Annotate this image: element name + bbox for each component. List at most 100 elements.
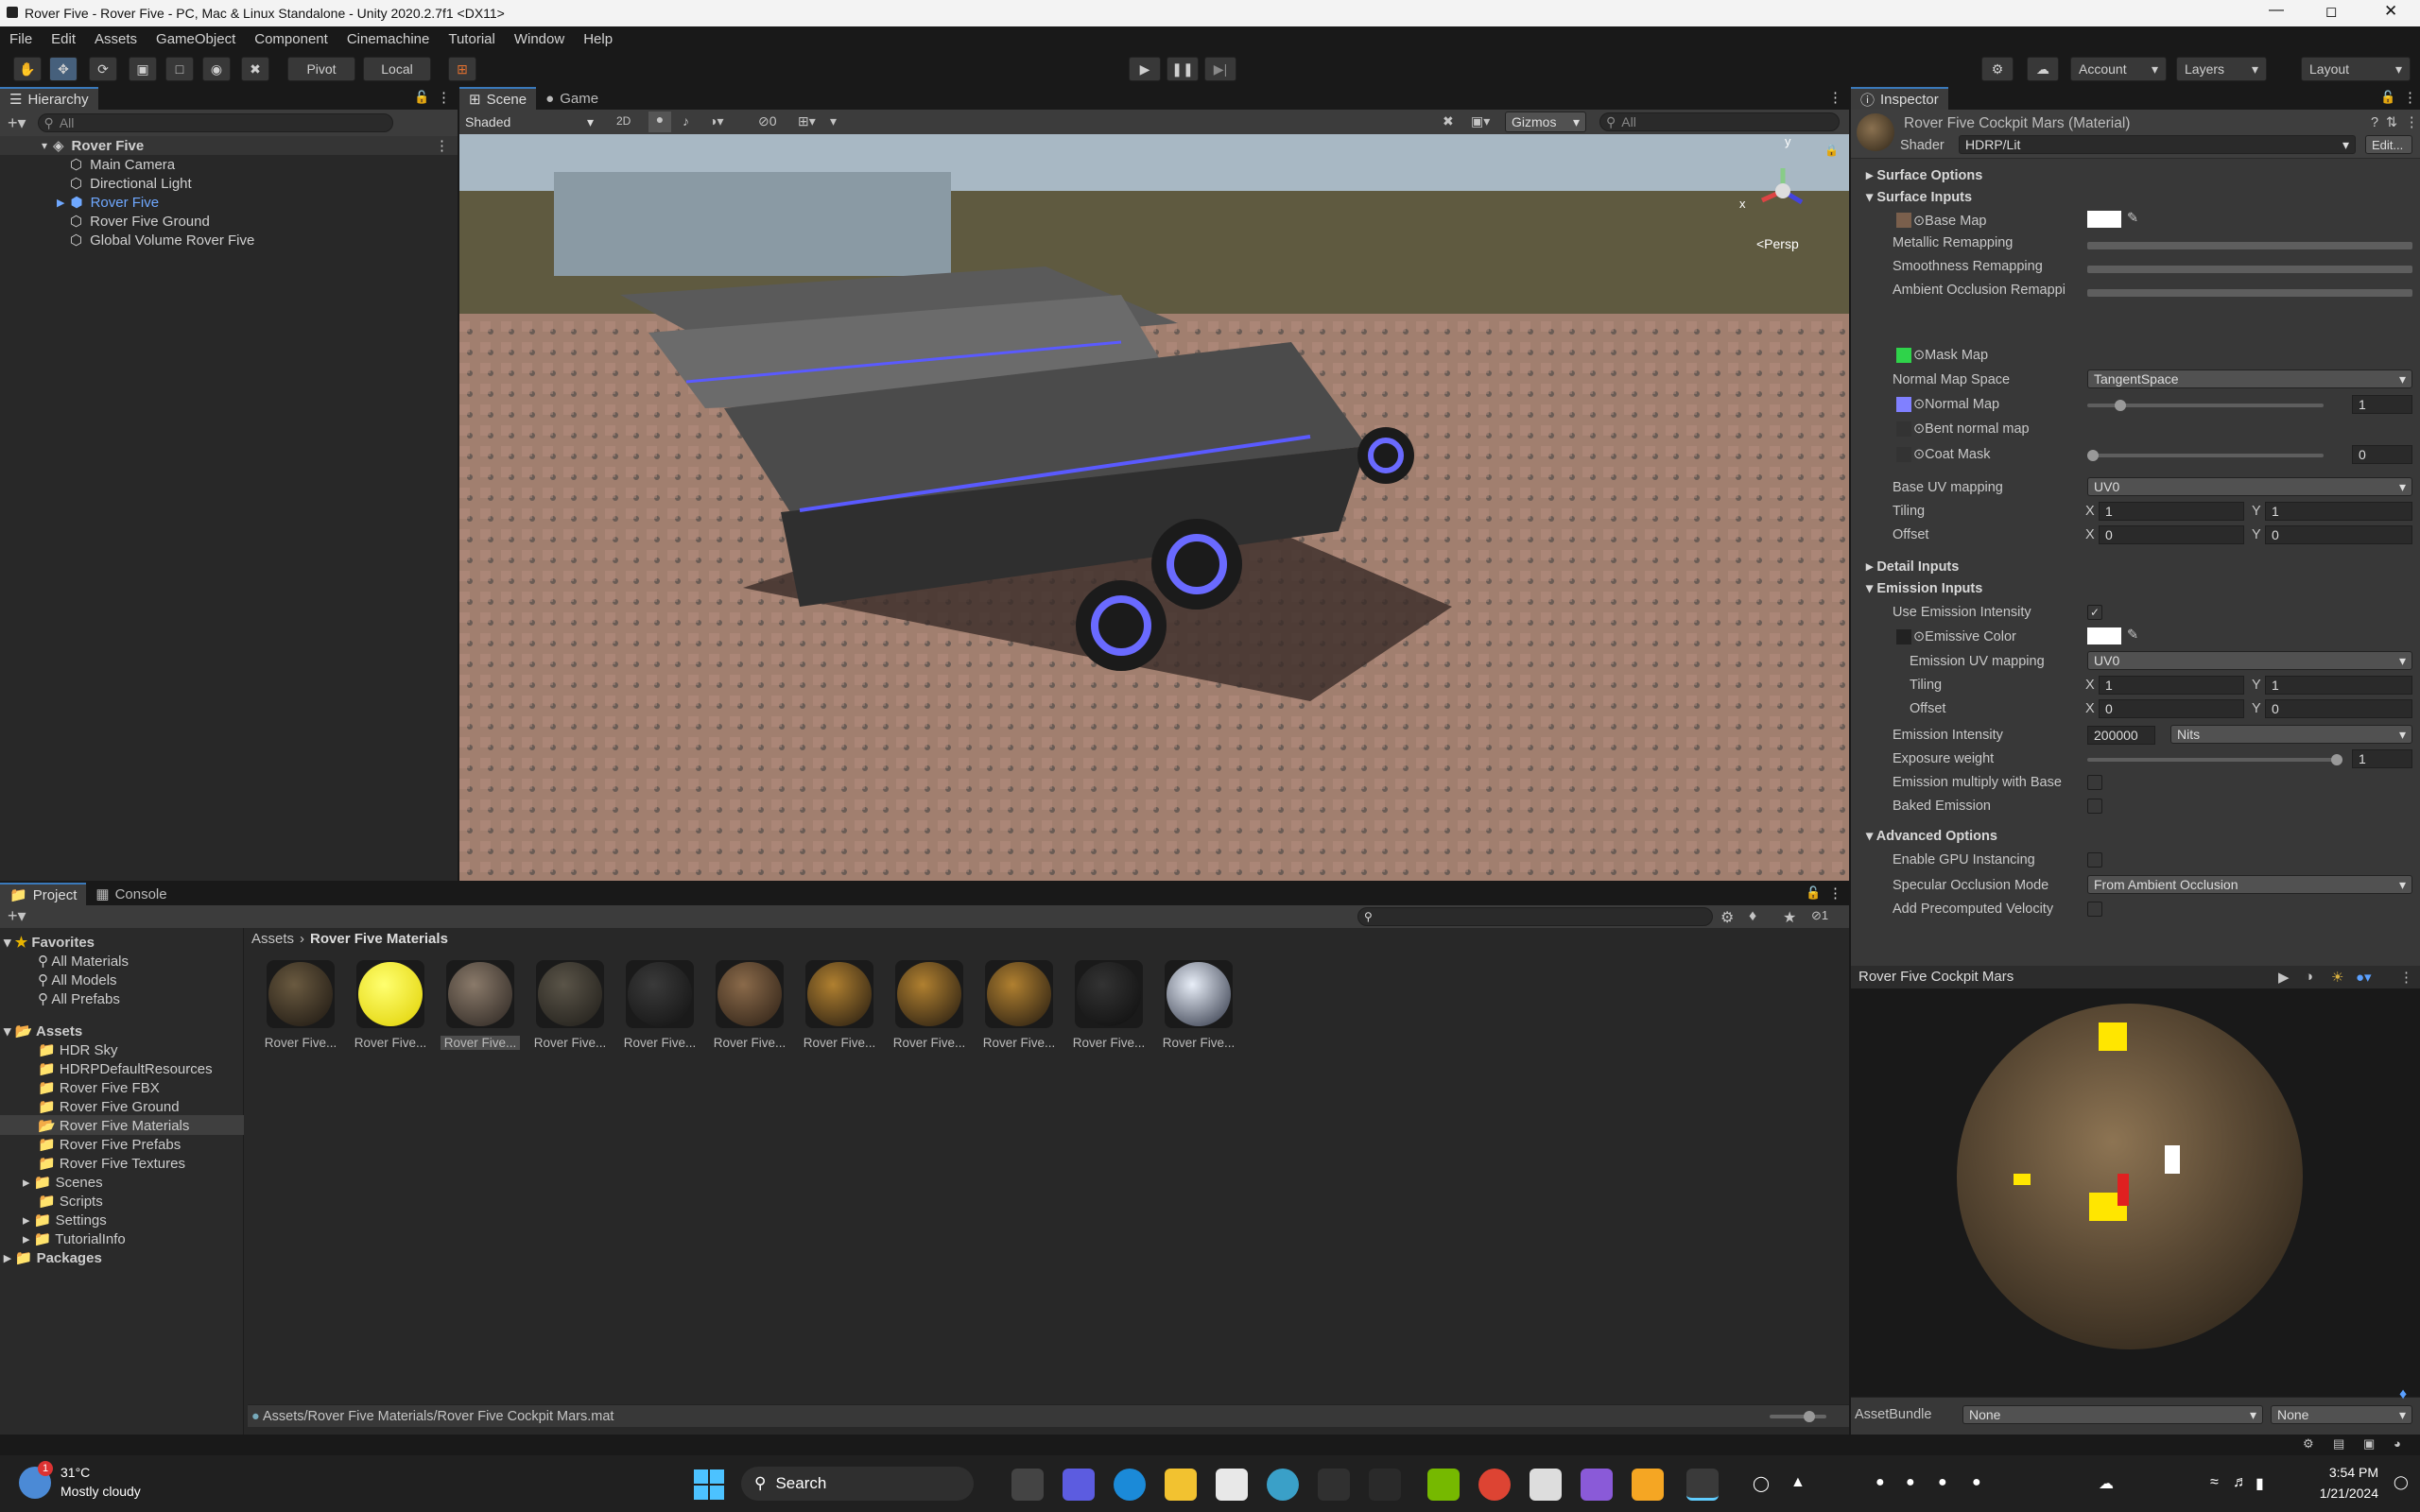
- favorite-star-icon[interactable]: ★: [1783, 908, 1796, 927]
- metallic-remapping-slider[interactable]: [2087, 242, 2412, 249]
- lock-icon[interactable]: 🔓: [414, 90, 429, 105]
- clipchamp-icon[interactable]: [1581, 1469, 1613, 1501]
- expand-arrow-icon[interactable]: ▾: [42, 139, 47, 152]
- folder-item[interactable]: ▸ 📁 Scenes: [23, 1174, 103, 1191]
- normal-map-texture[interactable]: [1896, 397, 1911, 412]
- scene-root[interactable]: ▾ ◈ Rover Five ⋮: [0, 136, 458, 155]
- step-button[interactable]: ▶|: [1204, 57, 1236, 81]
- camera-icon[interactable]: ▣▾: [1471, 113, 1490, 129]
- breadcrumb-root[interactable]: Assets: [251, 931, 294, 947]
- menu-assets[interactable]: Assets: [95, 31, 137, 47]
- hand-tool-icon[interactable]: ✋: [13, 57, 42, 81]
- wifi-icon[interactable]: ≈: [2210, 1474, 2219, 1491]
- cache-server-icon[interactable]: ⚙: [2303, 1436, 2314, 1452]
- play-icon[interactable]: ▶: [2278, 969, 2290, 986]
- asset-tile[interactable]: Rover Five...: [890, 960, 969, 1050]
- browser-icon[interactable]: [1267, 1469, 1299, 1501]
- base-map-color[interactable]: [2087, 211, 2121, 228]
- favorite-item[interactable]: ⚲ All Materials: [38, 953, 129, 970]
- emission-unit-dropdown[interactable]: Nits ▾: [2170, 725, 2412, 744]
- asset-size-slider[interactable]: [1770, 1411, 1826, 1422]
- minimize-icon[interactable]: —: [2269, 2, 2284, 19]
- help-icon[interactable]: ?: [2371, 115, 2378, 130]
- use-emission-checkbox[interactable]: ✓: [2087, 605, 2102, 620]
- tray-icon[interactable]: ●: [1938, 1474, 1947, 1491]
- hierarchy-item[interactable]: ⬡ Main Camera: [0, 155, 458, 174]
- tray-icon[interactable]: ●: [1876, 1474, 1885, 1491]
- progress-icon[interactable]: ▤: [2333, 1436, 2344, 1452]
- clock-date[interactable]: 1/21/2024: [2303, 1486, 2378, 1501]
- taskbar-search[interactable]: ⚲ Search: [741, 1467, 974, 1501]
- assetbundle-variant-dropdown[interactable]: None ▾: [2271, 1405, 2412, 1424]
- tiling-y-field[interactable]: 1: [2265, 502, 2412, 521]
- tiling-x-field[interactable]: 1: [2099, 502, 2244, 521]
- local-button[interactable]: Local: [363, 57, 431, 81]
- services-icon[interactable]: ⚙: [1981, 57, 2014, 81]
- ao-remapping-slider[interactable]: [2087, 289, 2412, 297]
- normal-map-space-dropdown[interactable]: TangentSpace ▾: [2087, 369, 2412, 388]
- expand-arrow-icon[interactable]: ▶: [57, 197, 64, 209]
- favorite-item[interactable]: ⚲ All Prefabs: [38, 990, 120, 1007]
- hierarchy-item[interactable]: ⬡ Global Volume Rover Five: [0, 231, 458, 249]
- hierarchy-item[interactable]: ⬡ Directional Light: [0, 174, 458, 193]
- emission-offset-x-field[interactable]: 0: [2099, 699, 2244, 718]
- folder-item[interactable]: 📁 HDRPDefaultResources: [38, 1060, 213, 1077]
- clock-time[interactable]: 3:54 PM: [2303, 1465, 2378, 1480]
- account-dropdown[interactable]: Account ▾: [2070, 57, 2167, 81]
- detail-inputs-foldout[interactable]: ▸ Detail Inputs: [1866, 559, 1959, 575]
- lighting-toggle-icon[interactable]: ●: [648, 112, 671, 132]
- asset-tile[interactable]: Rover Five...: [1069, 960, 1149, 1050]
- menu-file[interactable]: File: [9, 31, 32, 47]
- folder-item[interactable]: ▸ 📁 TutorialInfo: [23, 1230, 126, 1247]
- normal-map-value-field[interactable]: 1: [2352, 395, 2412, 414]
- asset-tile[interactable]: Rover Five...: [979, 960, 1059, 1050]
- folder-item[interactable]: 📁 HDR Sky: [38, 1041, 118, 1058]
- advanced-options-foldout[interactable]: ▾ Advanced Options: [1866, 829, 1997, 844]
- hidden-objects-icon[interactable]: ⊘0: [758, 113, 777, 129]
- slider-knob[interactable]: [2087, 450, 2099, 461]
- context-menu-icon[interactable]: ⋮: [2405, 115, 2419, 130]
- rect-tool-icon[interactable]: □: [165, 57, 194, 81]
- surface-options-foldout[interactable]: ▸ Surface Options: [1866, 168, 1982, 183]
- normal-map-slider[interactable]: [2087, 400, 2324, 411]
- lock-icon[interactable]: 🔓: [2380, 90, 2395, 105]
- menu-component[interactable]: Component: [254, 31, 328, 47]
- menu-window[interactable]: Window: [514, 31, 564, 47]
- rotate-tool-icon[interactable]: ⟳: [89, 57, 117, 81]
- tab-scene[interactable]: ⊞ Scene: [459, 87, 537, 110]
- folder-item[interactable]: 📁 Rover Five Ground: [38, 1098, 180, 1115]
- offset-x-field[interactable]: 0: [2099, 525, 2244, 544]
- scale-tool-icon[interactable]: ▣: [129, 57, 157, 81]
- tools-icon[interactable]: ✖: [1443, 113, 1454, 129]
- more-options-icon[interactable]: ⋮: [1828, 89, 1842, 106]
- exposure-weight-field[interactable]: 1: [2352, 749, 2412, 768]
- shader-dropdown[interactable]: HDRP/Lit ▾: [1959, 135, 2356, 154]
- breadcrumb-current[interactable]: Rover Five Materials: [310, 931, 448, 947]
- pivot-button[interactable]: Pivot: [287, 57, 355, 81]
- lock-icon[interactable]: 🔒: [1824, 144, 1839, 157]
- emission-inputs-foldout[interactable]: ▾ Emission Inputs: [1866, 581, 1982, 596]
- slider-knob[interactable]: [1804, 1411, 1815, 1422]
- more-options-icon[interactable]: ⋮: [2403, 89, 2417, 106]
- emissive-texture[interactable]: [1896, 629, 1911, 644]
- menu-help[interactable]: Help: [583, 31, 613, 47]
- grid-icon[interactable]: ⊞▾: [798, 113, 816, 129]
- more-options-icon[interactable]: ⋮: [1828, 885, 1842, 902]
- project-search-input[interactable]: ⚲: [1357, 907, 1713, 926]
- base-map-texture[interactable]: [1896, 213, 1911, 228]
- windows-start-icon[interactable]: [694, 1469, 724, 1500]
- filter-by-type-icon[interactable]: ⚙: [1720, 908, 1734, 927]
- tab-hierarchy[interactable]: ☰ Hierarchy: [0, 87, 98, 110]
- weather-text[interactable]: Mostly cloudy: [60, 1484, 141, 1499]
- tray-icon[interactable]: ●: [1972, 1474, 1981, 1491]
- tab-console[interactable]: ▦ Console: [86, 883, 176, 905]
- assetbundle-name-dropdown[interactable]: None ▾: [1962, 1405, 2263, 1424]
- packages-foldout[interactable]: ▸ 📁 Packages: [4, 1249, 102, 1266]
- emission-offset-y-field[interactable]: 0: [2265, 699, 2412, 718]
- emission-tiling-x-field[interactable]: 1: [2099, 676, 2244, 695]
- camera-settings-icon[interactable]: ▾: [830, 113, 837, 129]
- base-uv-dropdown[interactable]: UV0 ▾: [2087, 477, 2412, 496]
- folder-item[interactable]: 📁 Rover Five FBX: [38, 1079, 160, 1096]
- sphere-icon[interactable]: ◑: [2305, 969, 2313, 985]
- tab-project[interactable]: 📁 Project: [0, 883, 87, 905]
